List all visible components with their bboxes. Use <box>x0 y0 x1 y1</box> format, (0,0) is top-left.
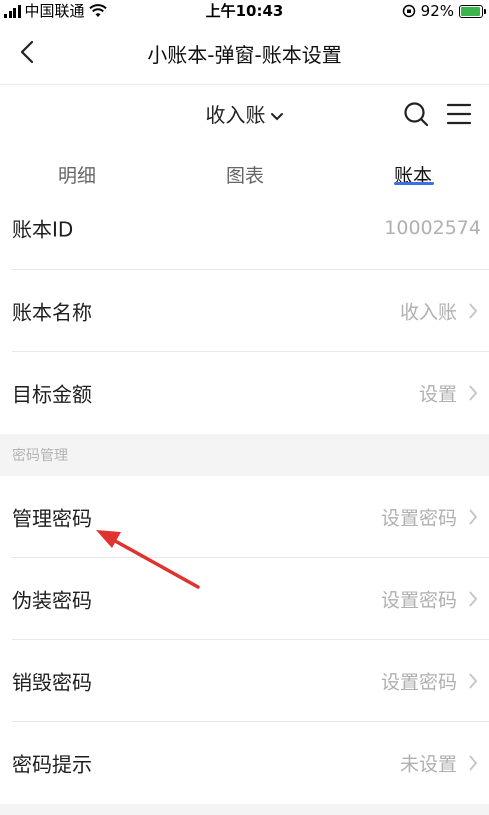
destroy-password-row[interactable]: 销毁密码 设置密码 <box>0 640 489 722</box>
current-book-label: 收入账 <box>205 103 266 127</box>
fake-password-value: 设置密码 <box>380 589 457 612</box>
book-settings-list: 账本ID 10002574 账本名称 收入账 目标金额 设置 密码管理 管理密码… <box>0 208 489 804</box>
chevron-right-icon <box>469 755 478 771</box>
tab-details[interactable]: 明细 <box>58 161 96 188</box>
password-section-title: 密码管理 <box>12 448 68 464</box>
book-id-value: 10002574 <box>384 217 481 239</box>
chevron-right-icon <box>469 385 478 401</box>
hamburger-menu-icon[interactable] <box>445 100 473 128</box>
destroy-password-label: 销毁密码 <box>12 670 92 695</box>
chevron-right-icon <box>469 673 478 689</box>
chevron-right-icon <box>469 509 478 525</box>
orientation-lock-icon <box>402 4 415 18</box>
chevron-right-icon <box>469 591 478 607</box>
status-bar: 中国联通 上午10:43 92% <box>0 0 489 22</box>
manage-password-label: 管理密码 <box>12 506 92 531</box>
destroy-password-value: 设置密码 <box>380 671 457 694</box>
search-icon[interactable] <box>402 100 430 128</box>
battery-icon <box>459 4 486 18</box>
battery-percent: 92% <box>420 2 454 20</box>
book-name-value: 收入账 <box>399 301 457 324</box>
manage-password-value: 设置密码 <box>380 507 457 530</box>
navigation-bar: 小账本-弹窗-账本设置 <box>0 22 489 84</box>
target-amount-label: 目标金额 <box>12 382 92 407</box>
password-hint-label: 密码提示 <box>12 752 92 777</box>
page-title: 小账本-弹窗-账本设置 <box>147 43 342 67</box>
password-hint-value: 未设置 <box>399 753 457 776</box>
book-selector-bar: 收入账 <box>0 84 489 143</box>
fake-password-row[interactable]: 伪装密码 设置密码 <box>0 558 489 640</box>
active-tab-indicator <box>394 182 434 185</box>
password-hint-row[interactable]: 密码提示 未设置 <box>0 722 489 804</box>
password-section-header: 密码管理 <box>0 434 489 476</box>
chevron-down-icon <box>270 112 283 120</box>
book-id-label: 账本ID <box>12 217 74 242</box>
book-name-label: 账本名称 <box>12 300 92 325</box>
manage-password-row[interactable]: 管理密码 设置密码 <box>0 476 489 558</box>
book-name-row[interactable]: 账本名称 收入账 <box>0 270 489 352</box>
fake-password-label: 伪装密码 <box>12 588 92 613</box>
tab-charts[interactable]: 图表 <box>226 161 264 188</box>
target-amount-value: 设置 <box>418 383 457 406</box>
chevron-right-icon <box>469 303 478 319</box>
tab-bar: 明细 图表 账本 <box>0 142 489 208</box>
book-id-row: 账本ID 10002574 <box>0 208 489 270</box>
target-amount-row[interactable]: 目标金额 设置 <box>0 352 489 434</box>
